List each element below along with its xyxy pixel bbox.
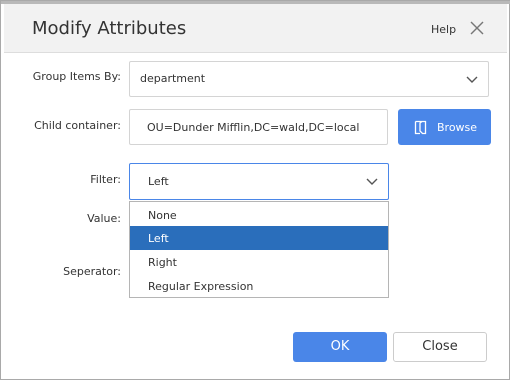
group-items-by-select[interactable]: department (129, 61, 489, 97)
child-container-label: Child container: (34, 119, 121, 132)
filter-option-regular-expression[interactable]: Regular Expression (130, 274, 388, 298)
chevron-down-icon (466, 76, 478, 83)
modify-attributes-dialog: Modify Attributes Help Group Items By: d… (0, 0, 510, 380)
group-items-by-value: department (140, 72, 206, 85)
browse-label: Browse (437, 121, 478, 134)
option-label: Regular Expression (148, 280, 254, 293)
option-label: Right (148, 256, 177, 269)
filter-option-none[interactable]: None (130, 203, 388, 227)
group-items-by-label: Group Items By: (32, 70, 121, 83)
filter-value: Left (148, 175, 169, 188)
close-icon[interactable] (470, 21, 484, 35)
dialog-header: Modify Attributes Help (4, 4, 507, 53)
folder-icon (414, 120, 427, 135)
close-button[interactable]: Close (393, 332, 487, 362)
option-label: Left (148, 232, 169, 245)
dialog-title: Modify Attributes (32, 18, 187, 39)
filter-select[interactable]: Left (129, 163, 389, 200)
chevron-down-icon (366, 178, 378, 185)
help-link[interactable]: Help (431, 23, 456, 36)
value-label: Value: (87, 212, 121, 225)
child-container-input[interactable] (129, 109, 388, 145)
ok-button[interactable]: OK (293, 332, 387, 362)
option-label: None (148, 209, 177, 222)
filter-option-right[interactable]: Right (130, 250, 388, 274)
filter-option-left[interactable]: Left (130, 226, 388, 250)
filter-dropdown-list: None Left Right Regular Expression (129, 201, 389, 298)
browse-button[interactable]: Browse (398, 109, 491, 145)
separator-label: Seperator: (63, 265, 121, 278)
filter-label: Filter: (90, 173, 121, 186)
